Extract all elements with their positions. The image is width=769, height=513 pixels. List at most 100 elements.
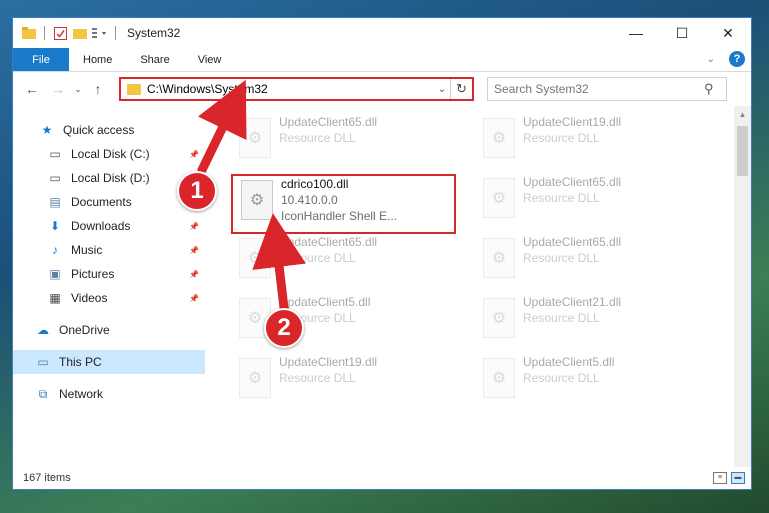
file-description: IconHandler Shell E...: [281, 209, 398, 223]
sidebar-item-videos[interactable]: ▦ Videos 📌: [13, 286, 205, 310]
sidebar-item-label: Downloads: [71, 219, 131, 233]
sidebar-item-label: Music: [71, 243, 103, 257]
file-tile[interactable]: ⚙ UpdateClient65.dll Resource DLL: [475, 174, 700, 232]
file-tile[interactable]: ⚙ UpdateClient65.dll Resource DLL: [231, 234, 456, 292]
ribbon-tabs: File Home Share View ⌄ ?: [13, 48, 751, 72]
pin-icon: 📌: [189, 221, 199, 231]
file-tile[interactable]: ⚙ UpdateClient65.dll Resource DLL: [475, 234, 700, 292]
window-title: System32: [127, 26, 181, 40]
file-type: Resource DLL: [523, 191, 600, 205]
sidebar-item-label: Network: [59, 387, 104, 401]
toolbar-divider: [115, 26, 116, 40]
file-tile[interactable]: ⚙ UpdateClient5.dll Resource DLL: [475, 354, 700, 412]
search-placeholder: Search System32: [494, 82, 589, 96]
file-type: Resource DLL: [523, 131, 600, 145]
drive-icon: ▭: [49, 147, 61, 161]
window-controls: — ☐ ✕: [613, 18, 751, 48]
tab-view[interactable]: View: [184, 48, 236, 71]
sidebar-item-music[interactable]: ♪ Music 📌: [13, 238, 205, 262]
file-explorer-window: System32 — ☐ ✕ File Home Share View ⌄ ? …: [12, 17, 752, 490]
file-tile[interactable]: ⚙ UpdateClient19.dll Resource DLL: [231, 354, 456, 412]
search-input[interactable]: Search System32 ⚲: [487, 77, 727, 101]
toolbar-divider: [44, 26, 45, 40]
file-name: UpdateClient21.dll: [523, 295, 622, 309]
forward-button[interactable]: →: [45, 81, 71, 97]
file-text: UpdateClient21.dll Resource DLL: [523, 294, 621, 326]
back-button[interactable]: ←: [19, 81, 45, 97]
file-text: UpdateClient65.dll Resource DLL: [523, 234, 621, 266]
address-bar[interactable]: C:\Windows\System32 ⌄ ↻: [119, 77, 474, 101]
pin-icon: 📌: [189, 269, 199, 279]
dll-gear-icon: ⚙: [483, 178, 515, 218]
refresh-button[interactable]: ↻: [450, 79, 472, 99]
sidebar-item-network[interactable]: ⧉ Network: [13, 382, 205, 406]
file-type: Resource DLL: [279, 251, 356, 265]
file-text: UpdateClient5.dll Resource DLL: [523, 354, 614, 386]
file-type: Resource DLL: [523, 251, 600, 265]
customize-toolbar-icon[interactable]: [92, 25, 108, 41]
highlighted-file-cdrico100[interactable]: ⚙ cdrico100.dll 10.410.0.0 IconHandler S…: [231, 174, 456, 234]
sidebar-item-label: Quick access: [63, 123, 135, 137]
scroll-up-icon[interactable]: ▲: [734, 106, 751, 123]
pictures-icon: ▣: [49, 267, 61, 281]
view-toggle: ≡ ▬: [713, 472, 745, 484]
sidebar-item-local-disk-c[interactable]: ▭ Local Disk (C:) 📌: [13, 142, 205, 166]
file-name: UpdateClient65.dll: [279, 115, 378, 129]
navigation-bar: ← → ⌄ ↑ C:\Windows\System32 ⌄ ↻ Search S…: [13, 72, 751, 106]
close-button[interactable]: ✕: [705, 18, 751, 48]
maximize-button[interactable]: ☐: [659, 18, 705, 48]
sidebar-item-label: OneDrive: [59, 323, 110, 337]
drive-icon: ▭: [49, 171, 61, 185]
computer-icon: ▭: [37, 355, 49, 369]
help-icon[interactable]: ?: [729, 51, 745, 67]
file-type: Resource DLL: [523, 311, 600, 325]
file-text: UpdateClient65.dll Resource DLL: [279, 114, 377, 146]
file-tile[interactable]: ⚙ UpdateClient19.dll Resource DLL: [475, 114, 700, 172]
tab-file[interactable]: File: [13, 48, 69, 71]
search-icon[interactable]: ⚲: [704, 81, 726, 97]
star-icon: ★: [41, 123, 53, 137]
step-2-badge: 2: [264, 308, 304, 348]
sidebar-item-pictures[interactable]: ▣ Pictures 📌: [13, 262, 205, 286]
sidebar-item-label: Local Disk (D:): [71, 171, 150, 185]
details-view-icon[interactable]: ≡: [713, 472, 727, 484]
sidebar-item-onedrive[interactable]: ☁ OneDrive: [13, 318, 205, 342]
sidebar-item-label: Pictures: [71, 267, 115, 281]
dll-gear-icon: ⚙: [483, 298, 515, 338]
minimize-button[interactable]: —: [613, 18, 659, 48]
file-version: 10.410.0.0: [281, 193, 338, 207]
title-bar: System32 — ☐ ✕: [13, 18, 751, 48]
file-list: ⚙ UpdateClient5.dll Resource DLL ⚙ UpdateCli…: [205, 106, 751, 467]
sidebar-item-label: Documents: [71, 195, 132, 209]
address-path[interactable]: C:\Windows\System32: [147, 82, 434, 96]
ribbon-right-controls: ⌄ ?: [707, 51, 745, 67]
dll-gear-icon: ⚙: [241, 180, 273, 220]
videos-icon: ▦: [49, 291, 61, 305]
file-name: cdrico100.dll: [281, 177, 349, 191]
sidebar-item-local-disk-d[interactable]: ▭Local Disk (D:)📌: [13, 166, 205, 190]
tab-share[interactable]: Share: [126, 48, 183, 71]
file-tile[interactable]: ⚙ UpdateClient21.dll Resource DLL: [475, 294, 700, 352]
sidebar-item-quick-access[interactable]: ★ Quick access: [13, 118, 205, 142]
file-text: UpdateClient19.dll Resource DLL: [279, 354, 377, 386]
tab-home[interactable]: Home: [69, 48, 126, 71]
recent-locations-dropdown[interactable]: ⌄: [71, 84, 85, 95]
up-button[interactable]: ↑: [85, 81, 111, 97]
sidebar-item-label: This PC: [59, 355, 102, 369]
properties-icon[interactable]: [52, 25, 68, 41]
dll-gear-icon: ⚙: [483, 358, 515, 398]
sidebar-item-downloads[interactable]: ⬇ Downloads 📌: [13, 214, 205, 238]
scroll-thumb[interactable]: [737, 126, 748, 176]
pin-icon: 📌: [189, 149, 199, 159]
expand-ribbon-icon[interactable]: ⌄: [707, 54, 715, 65]
file-name: UpdateClient19.dll: [279, 355, 378, 369]
vertical-scrollbar[interactable]: ▲: [734, 106, 751, 467]
chevron-down-icon[interactable]: ⌄: [434, 84, 450, 95]
new-folder-icon[interactable]: [72, 25, 88, 41]
file-name: UpdateClient19.dll: [523, 115, 622, 129]
sidebar-item-this-pc[interactable]: ▭ This PC: [13, 350, 205, 374]
file-type: Resource DLL: [279, 131, 356, 145]
large-icons-view-icon[interactable]: ▬: [731, 472, 745, 484]
file-tile[interactable]: ⚙ UpdateClient65.dll Resource DLL: [231, 114, 456, 172]
